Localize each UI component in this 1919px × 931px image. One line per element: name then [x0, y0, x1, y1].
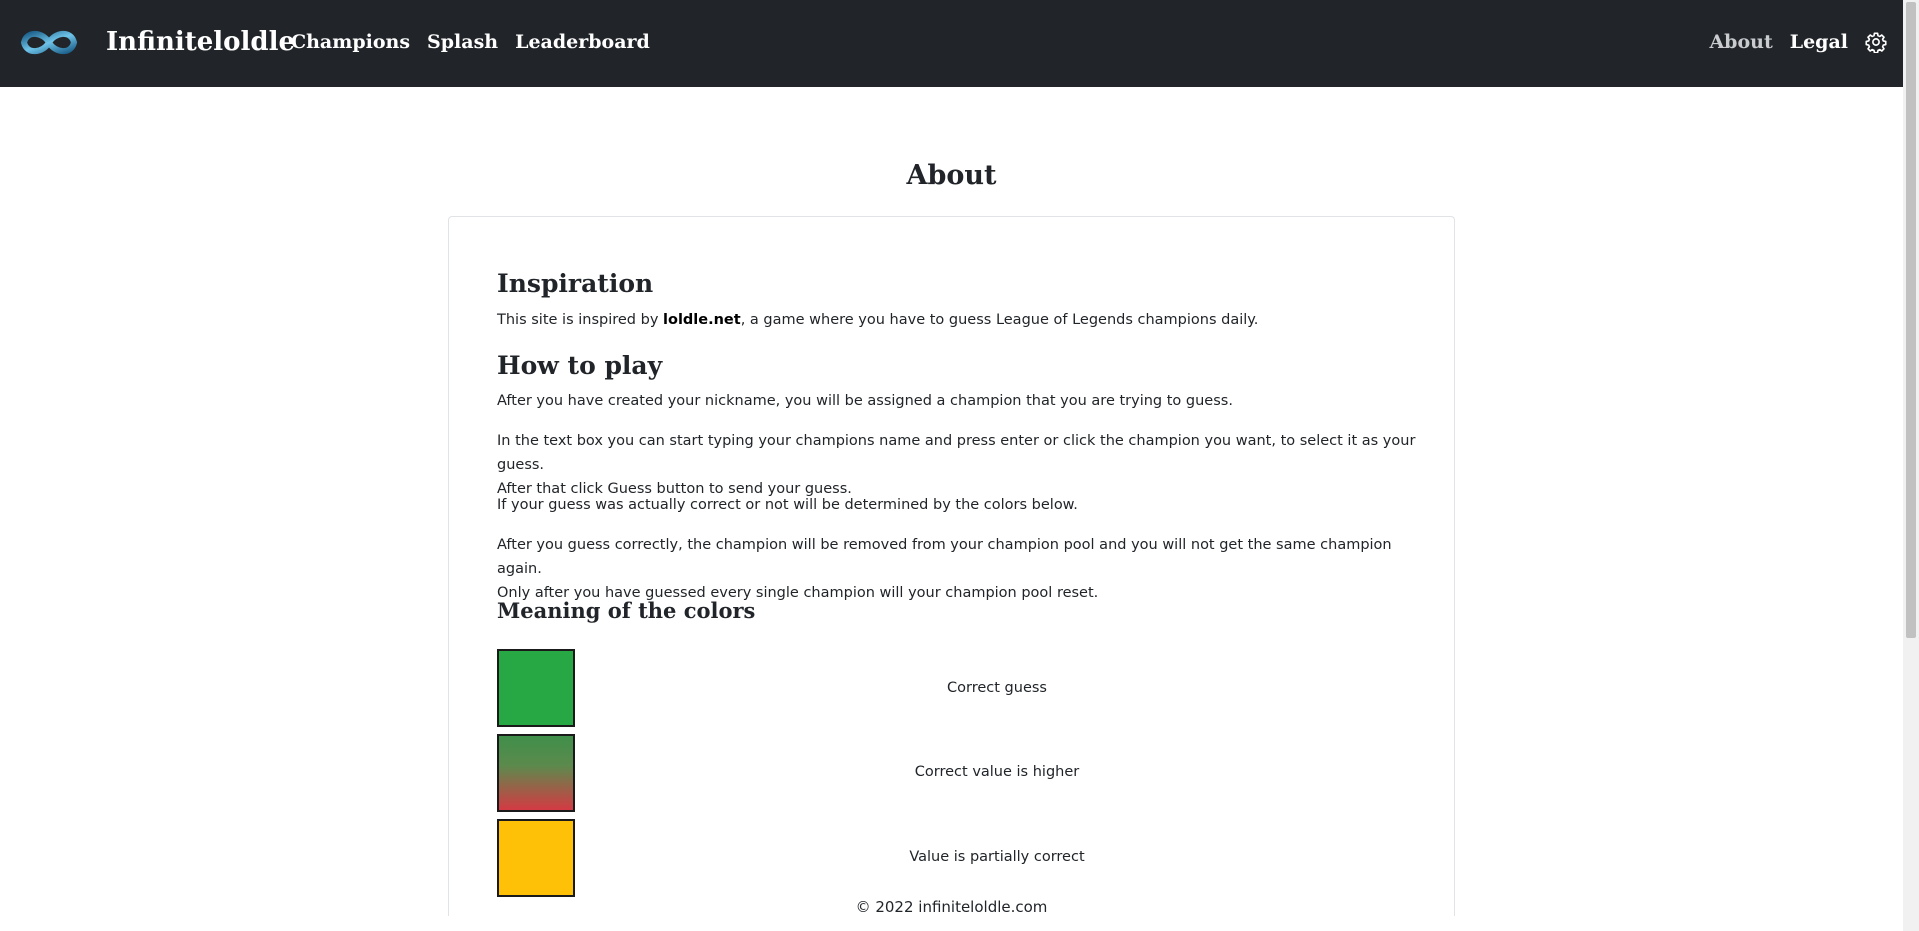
- nav-link-about[interactable]: About: [1709, 29, 1772, 55]
- how-to-play-paragraph-3: If your guess was actually correct or no…: [497, 497, 1078, 513]
- top-navbar: Infiniteloldle Champions Splash Leaderbo…: [0, 0, 1903, 87]
- scrollbar-thumb[interactable]: [1906, 2, 1916, 638]
- brand-name[interactable]: Infiniteloldle: [106, 24, 295, 60]
- main-nav: Champions Splash Leaderboard: [291, 29, 650, 55]
- how-to-play-paragraph-2: In the text box you can start typing you…: [497, 433, 1416, 497]
- how-to-play-paragraph-1: After you have created your nickname, yo…: [497, 393, 1233, 409]
- how-to-play-paragraph-4: After you guess correctly, the champion …: [497, 537, 1392, 601]
- page-scrollbar[interactable]: [1903, 0, 1919, 931]
- footer-copyright: © 2022 infiniteloldle.com: [855, 898, 1048, 916]
- infinity-logo-icon[interactable]: [19, 26, 79, 59]
- color-swatch-higher: [497, 734, 575, 812]
- how-to-play-heading: How to play: [497, 351, 663, 380]
- page-title: About: [906, 160, 997, 191]
- inspiration-heading: Inspiration: [497, 269, 654, 298]
- color-label-higher: Correct value is higher: [914, 764, 1080, 780]
- color-label-correct: Correct guess: [947, 680, 1047, 696]
- inspiration-text-before: This site is inspired by: [497, 312, 664, 328]
- colors-heading: Meaning of the colors: [497, 598, 756, 623]
- color-label-partial: Value is partially correct: [909, 849, 1085, 865]
- gear-icon[interactable]: [1865, 31, 1887, 53]
- nav-link-splash[interactable]: Splash: [427, 29, 498, 55]
- inspiration-text-after: , a game where you have to guess League …: [740, 312, 1259, 328]
- color-swatch-partial: [497, 819, 575, 897]
- nav-link-legal[interactable]: Legal: [1790, 29, 1848, 55]
- about-card: Inspiration This site is inspired by lol…: [448, 216, 1455, 916]
- secondary-nav: About Legal: [1709, 29, 1887, 55]
- loldle-link[interactable]: loldle.net: [663, 312, 741, 328]
- nav-link-leaderboard[interactable]: Leaderboard: [515, 29, 650, 55]
- color-swatch-correct: [497, 649, 575, 727]
- inspiration-text: This site is inspired by loldle.net, a g…: [497, 308, 1427, 332]
- nav-link-champions[interactable]: Champions: [291, 29, 410, 55]
